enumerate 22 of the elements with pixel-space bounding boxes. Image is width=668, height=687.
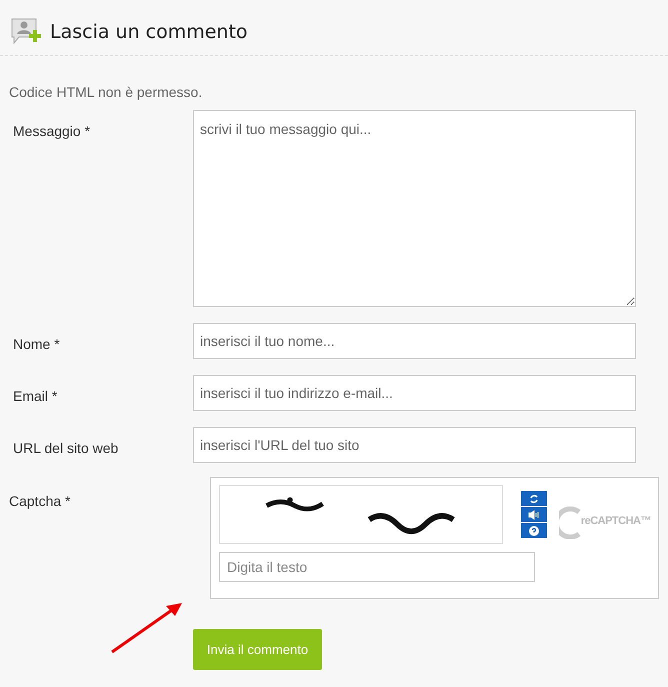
form-title: Lascia un commento xyxy=(50,21,248,44)
field-label: Email * xyxy=(13,387,58,406)
field-label: URL del sito web xyxy=(13,439,120,458)
help-icon xyxy=(528,526,539,536)
field-label: Messaggio * xyxy=(13,122,92,141)
refresh-button[interactable] xyxy=(520,491,547,507)
form-note: Codice HTML non è permesso. xyxy=(9,83,204,102)
captcha-field[interactable]: Digita il testo xyxy=(219,552,535,582)
field-label: Captcha * xyxy=(9,492,72,511)
audio-icon xyxy=(528,510,540,520)
message-field[interactable]: scrivi il tuo messaggio qui... xyxy=(193,110,636,307)
audio-button[interactable] xyxy=(520,507,547,523)
refresh-icon xyxy=(528,494,539,504)
input-field[interactable]: inserisci il tuo indirizzo e-mail... xyxy=(193,375,636,411)
recaptcha-logo-icon xyxy=(558,504,581,538)
submit-button[interactable]: Invia il commento xyxy=(193,629,322,670)
input-field[interactable]: inserisci l'URL del tuo sito xyxy=(193,427,636,463)
field-label: Nome * xyxy=(13,335,61,354)
recaptcha-logo: reCAPTCHA™ xyxy=(580,514,651,530)
add-comment-icon xyxy=(10,17,41,47)
input-field[interactable]: inserisci il tuo nome... xyxy=(193,323,636,359)
help-button[interactable] xyxy=(520,523,547,539)
